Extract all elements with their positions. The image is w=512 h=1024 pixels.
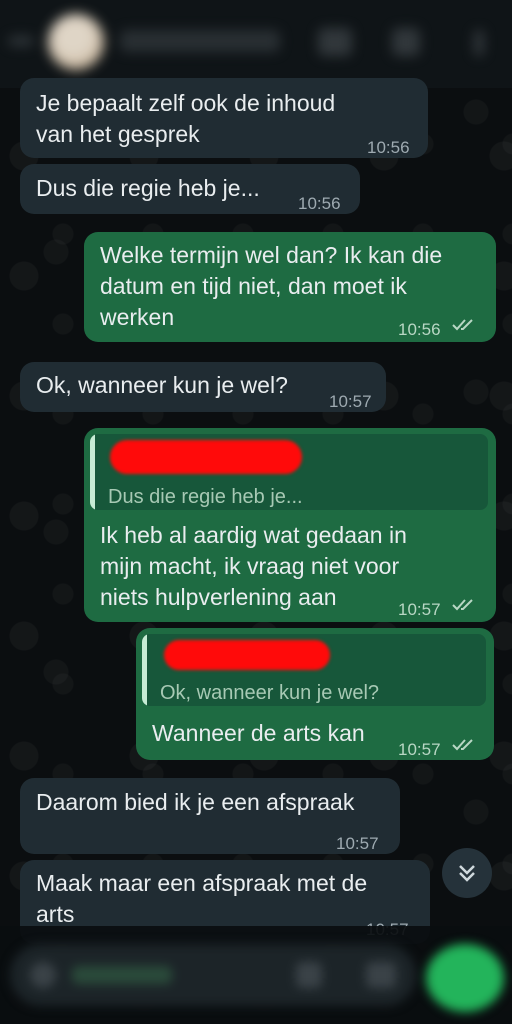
quoted-message[interactable]: Dus die regie heb je... [90, 434, 488, 510]
message-outgoing[interactable]: Dus die regie heb je... Ik heb al aardig… [84, 428, 496, 622]
scroll-to-bottom-button[interactable] [442, 848, 492, 898]
mic-icon[interactable] [426, 944, 504, 1012]
video-call-icon[interactable] [318, 28, 352, 56]
message-time: 10:57 [398, 600, 441, 619]
redacted-author [164, 640, 330, 670]
message-time: 10:56 [298, 194, 341, 213]
message-incoming[interactable]: Ok, wanneer kun je wel? 10:57 [20, 362, 386, 412]
message-time: 10:56 [367, 138, 410, 157]
phone-icon[interactable] [392, 28, 420, 56]
message-outgoing[interactable]: Welke termijn wel dan? Ik kan die datum … [84, 232, 496, 342]
message-time: 10:57 [336, 834, 379, 853]
message-time: 10:57 [398, 740, 441, 759]
quoted-text: Dus die regie heb je... [108, 486, 303, 508]
more-vert-icon[interactable] [474, 30, 484, 56]
message-incoming[interactable]: Daarom bied ik je een afspraak 10:57 [20, 778, 400, 854]
message-input-placeholder [72, 966, 172, 984]
message-text: Daarom bied ik je een afspraak [36, 789, 355, 815]
message-text: Ok, wanneer kun je wel? [36, 372, 288, 398]
camera-icon[interactable] [366, 962, 396, 988]
quote-bar [90, 434, 95, 510]
message-outgoing[interactable]: Ok, wanneer kun je wel? Wanneer de arts … [136, 628, 494, 760]
read-receipt-icon [452, 739, 473, 751]
message-incoming[interactable]: Dus die regie heb je... 10:56 [20, 164, 360, 214]
message-time: 10:56 [398, 320, 441, 339]
attach-icon[interactable] [296, 962, 322, 988]
arrow-back-icon[interactable] [8, 36, 34, 46]
message-text: Dus die regie heb je... [36, 175, 260, 201]
message-text: Welke termijn wel dan? Ik kan die datum … [100, 242, 443, 330]
message-incoming[interactable]: Je bepaalt zelf ook de inhoud van het ge… [20, 78, 428, 158]
read-receipt-icon [452, 319, 473, 331]
avatar[interactable] [48, 14, 104, 70]
chat-header [0, 0, 512, 88]
redacted-author [110, 440, 302, 474]
message-time: 10:57 [329, 392, 372, 411]
message-text: Maak maar een afspraak met de arts [36, 870, 368, 927]
contact-name[interactable] [120, 30, 280, 52]
read-receipt-icon [452, 599, 473, 611]
quoted-text: Ok, wanneer kun je wel? [160, 682, 380, 704]
message-text: Je bepaalt zelf ook de inhoud van het ge… [36, 90, 336, 147]
quoted-message[interactable]: Ok, wanneer kun je wel? [142, 634, 486, 706]
message-composer [0, 926, 512, 1024]
emoji-icon[interactable] [30, 962, 56, 988]
message-text: Ik heb al aardig wat gedaan in mijn mach… [100, 522, 407, 610]
double-chevron-down-icon [459, 865, 475, 882]
message-input[interactable] [10, 944, 416, 1006]
message-text: Wanneer de arts kan [152, 720, 365, 746]
quote-bar [142, 634, 147, 706]
